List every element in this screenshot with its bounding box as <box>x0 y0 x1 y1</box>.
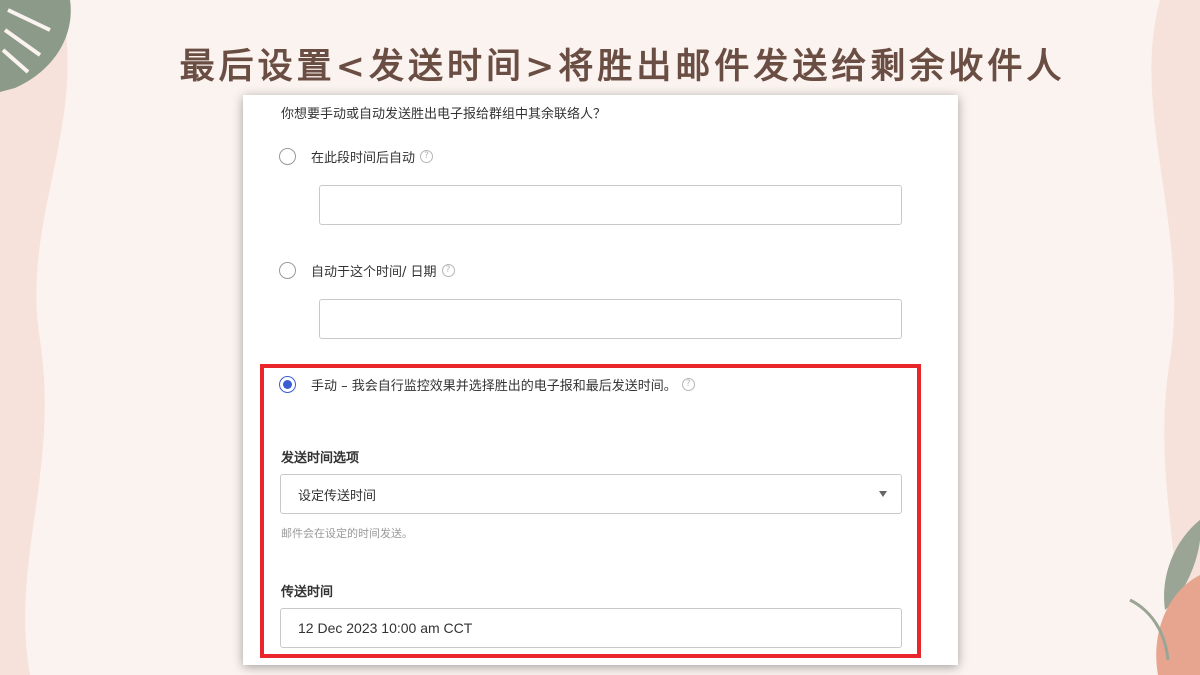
option-auto-at-date[interactable]: 自动于这个时间/ 日期 ? <box>279 261 455 280</box>
option-label: 在此段时间后自动 <box>311 151 416 166</box>
period-input[interactable] <box>319 185 902 225</box>
palm-leaf-icon <box>1129 520 1200 675</box>
highlight-frame <box>260 364 921 658</box>
question-text: 你想要手动或自动发送胜出电子报给群组中其余联络人？ <box>281 107 607 122</box>
radio-auto-after-period[interactable] <box>279 148 296 165</box>
option-label: 自动于这个时间/ 日期 <box>311 265 437 280</box>
radio-auto-at-date[interactable] <box>279 262 296 279</box>
date-input[interactable] <box>319 299 902 339</box>
slide-title: 最后设置<发送时间>将胜出邮件发送给剩余收件人 <box>179 46 1066 87</box>
help-icon[interactable]: ? <box>441 264 455 277</box>
option-auto-after-period[interactable]: 在此段时间后自动 ? <box>279 147 434 166</box>
help-icon[interactable]: ? <box>420 150 434 163</box>
left-wave-shape <box>0 0 68 675</box>
